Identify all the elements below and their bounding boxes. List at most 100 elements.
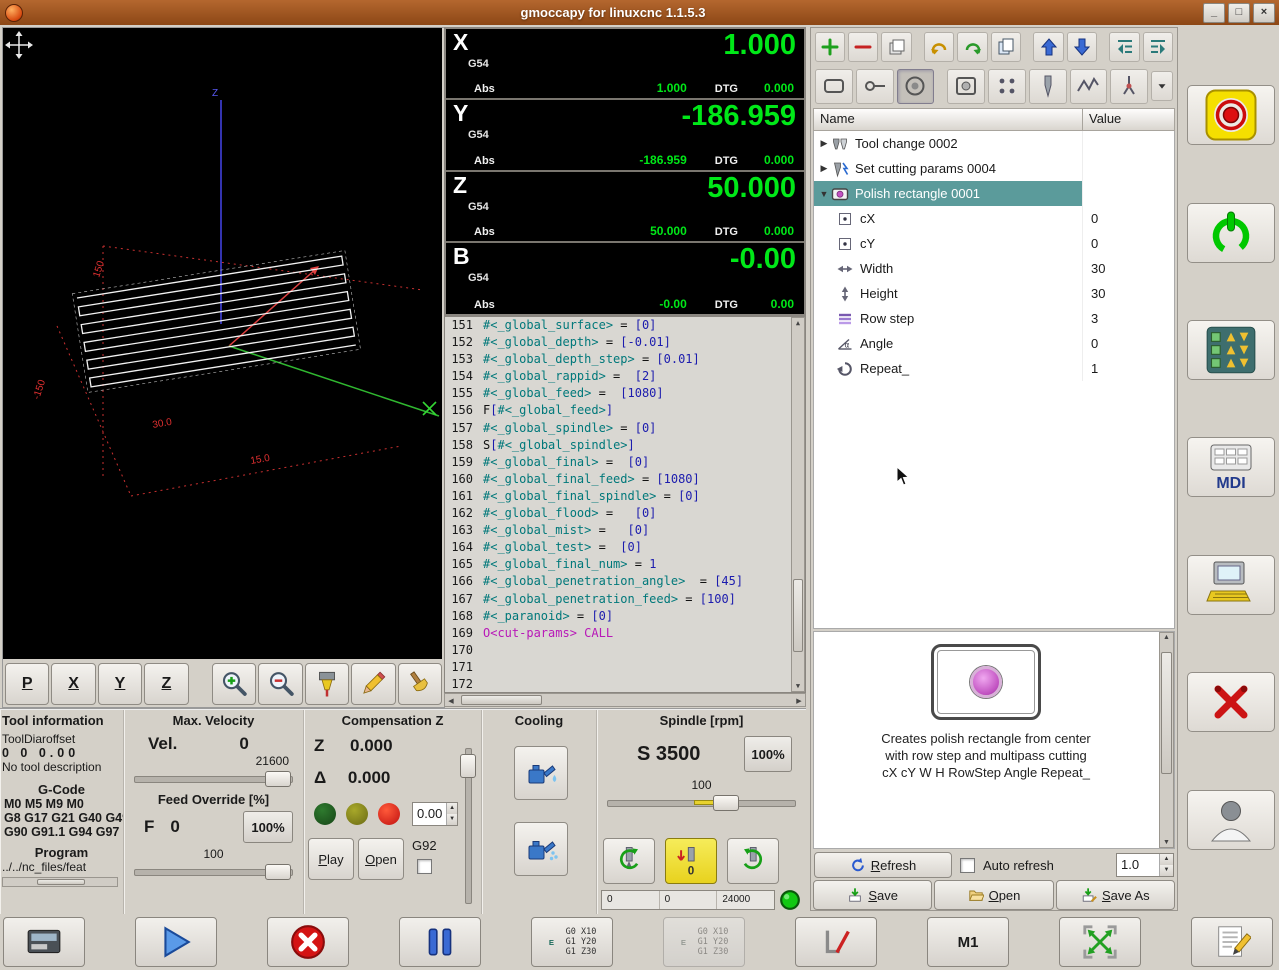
spindle-stop-button[interactable]: 0 <box>665 838 717 884</box>
minimize-button[interactable]: _ <box>1203 2 1225 23</box>
optional-blocks-button[interactable]: E G0 X10 G1 Y20 G1 Z30 <box>531 917 613 967</box>
tree-row-value[interactable] <box>1082 156 1174 181</box>
tree-header-name[interactable]: Name <box>813 108 1083 131</box>
brush-button[interactable] <box>397 663 442 705</box>
gcode-hscrollbar[interactable]: ◀ ▶ <box>444 693 806 707</box>
tree-row[interactable]: ▶ Set cutting params 0004 <box>814 156 1174 181</box>
view-z-button[interactable]: Z <box>144 663 189 705</box>
gcode-view[interactable]: 151 #<_global_surface> = [0] 152 #<_global_… <box>444 316 806 693</box>
pause-button[interactable] <box>399 917 481 967</box>
redo-button[interactable] <box>957 32 988 62</box>
spindle-left-button[interactable] <box>603 838 655 884</box>
dro-axis-y[interactable]: Y G54 -186.959 Abs -186.959 DTG 0.000 <box>446 100 804 172</box>
tree-row-value[interactable]: 30 <box>1082 256 1174 281</box>
user-button[interactable] <box>1187 790 1275 850</box>
expander-icon[interactable]: ▶ <box>817 138 831 149</box>
run-from-line-button[interactable] <box>795 917 877 967</box>
dro-axis-z[interactable]: Z G54 50.000 Abs 50.000 DTG 0.000 <box>446 172 804 243</box>
power-button[interactable] <box>1187 203 1275 263</box>
comp-entry[interactable]: 0.00 ▲ ▼ <box>412 802 458 826</box>
velocity-slider[interactable] <box>134 770 293 787</box>
view-x-button[interactable]: X <box>51 663 96 705</box>
save-as-button[interactable]: Save As <box>1055 880 1175 910</box>
undo-button[interactable] <box>924 32 955 62</box>
feat-pocket-button[interactable] <box>947 68 986 104</box>
tree-header-value[interactable]: Value <box>1083 108 1175 131</box>
info-vscrollbar[interactable]: ▲ ▼ <box>1159 632 1174 848</box>
spin-arrows-icon[interactable]: ▲ ▼ <box>1159 854 1173 876</box>
save-button[interactable]: Save <box>813 880 933 910</box>
comp-spin-arrows-icon[interactable]: ▲ ▼ <box>446 803 457 825</box>
tooledit-button[interactable] <box>1187 555 1275 615</box>
maximize-button[interactable]: □ <box>1228 2 1250 23</box>
feed-override-slider[interactable] <box>134 863 293 880</box>
gcode-vscrollbar[interactable]: ▲ ▼ <box>791 317 805 692</box>
feat-drill-button[interactable] <box>1028 68 1067 104</box>
comp-vertical-slider[interactable] <box>459 748 476 904</box>
feat-grid-button[interactable] <box>988 68 1026 104</box>
add-button[interactable] <box>815 32 846 62</box>
dro-axis-x[interactable]: X G54 1.000 Abs 1.000 DTG 0.000 <box>446 29 804 101</box>
comp-play-button[interactable]: Play <box>308 838 354 880</box>
spindle-override-slider[interactable] <box>607 794 796 811</box>
duplicate-button[interactable] <box>881 32 912 62</box>
tree-row[interactable]: ▼ Polish rectangle 0001 <box>814 181 1174 206</box>
comp-open-button[interactable]: Open <box>358 838 404 880</box>
move-up-button[interactable] <box>1033 32 1064 62</box>
tree-row[interactable]: Height 30 <box>814 281 1174 306</box>
tree-row[interactable]: Row step 3 <box>814 306 1174 331</box>
mist-button[interactable] <box>514 822 568 876</box>
estop-button[interactable] <box>1187 85 1275 145</box>
tree-row-value[interactable] <box>1082 131 1174 156</box>
fullscreen-button[interactable] <box>1059 917 1141 967</box>
move-down-button[interactable] <box>1066 32 1097 62</box>
machine-settings-button[interactable] <box>3 917 85 967</box>
more-features-dropdown[interactable] <box>1151 71 1173 101</box>
open-button[interactable]: Open <box>934 880 1054 910</box>
view-y-button[interactable]: Y <box>97 663 143 705</box>
tree-row-value[interactable]: 0 <box>1082 231 1174 256</box>
feat-mill-button[interactable] <box>1069 68 1108 104</box>
zoomout-button[interactable] <box>258 663 303 705</box>
tree-row[interactable]: ▶ Tool change 0002 <box>814 131 1174 156</box>
mdi-button[interactable]: MDI <box>1187 437 1275 497</box>
tree-row-value[interactable]: 0 <box>1082 206 1174 231</box>
dro-axis-b[interactable]: B G54 -0.00 Abs -0.00 DTG 0.00 <box>446 243 804 314</box>
expander-icon[interactable]: ▶ <box>817 163 831 174</box>
tree-row[interactable]: cY 0 <box>814 231 1174 256</box>
close-button[interactable]: × <box>1253 2 1275 23</box>
stop-button[interactable] <box>267 917 349 967</box>
pencil-button[interactable] <box>351 663 396 705</box>
settings-button[interactable] <box>1187 672 1275 732</box>
flood-button[interactable] <box>514 746 568 800</box>
copy-button[interactable] <box>990 32 1021 62</box>
view-p-button[interactable]: P <box>5 663 50 705</box>
toolpath-button[interactable] <box>304 663 350 705</box>
run-button[interactable] <box>135 917 217 967</box>
g92-checkbox[interactable] <box>416 859 432 874</box>
tree-row[interactable]: Width 30 <box>814 256 1174 281</box>
tree-row-value[interactable]: 0 <box>1082 331 1174 356</box>
tree-row[interactable]: cX 0 <box>814 206 1174 231</box>
feat-probe-button[interactable] <box>1110 68 1149 104</box>
remove-button[interactable] <box>848 32 879 62</box>
feat-circle-button[interactable] <box>896 68 935 104</box>
tree-row-value[interactable]: 3 <box>1082 306 1174 331</box>
feat-rect-button[interactable] <box>815 68 853 104</box>
titlebar[interactable]: gmoccapy for linuxcnc 1.1.5.3 _ □ × <box>0 0 1279 25</box>
edit-button[interactable] <box>1191 917 1273 967</box>
zoomin-button[interactable] <box>211 663 257 705</box>
auto-refresh-checkbox[interactable] <box>960 857 975 873</box>
tree-row-value[interactable]: 1 <box>1082 356 1174 381</box>
refresh-button[interactable]: Refresh <box>814 852 952 878</box>
outdent-button[interactable] <box>1109 32 1140 62</box>
tree-row-value[interactable]: 30 <box>1082 281 1174 306</box>
program-hscrollbar[interactable] <box>2 877 118 887</box>
gremlin-3d-view[interactable]: Z 150 -150 30.0 15.0 <box>3 28 442 659</box>
expander-icon[interactable]: ▼ <box>817 189 831 199</box>
refresh-interval-spinbox[interactable]: 1.0 ▲ ▼ <box>1116 853 1174 877</box>
tree-row[interactable]: Repeat_ 1 <box>814 356 1174 381</box>
indent-button[interactable] <box>1142 32 1173 62</box>
tree-row-value[interactable] <box>1082 181 1174 206</box>
tree-row[interactable]: α Angle 0 <box>814 331 1174 356</box>
